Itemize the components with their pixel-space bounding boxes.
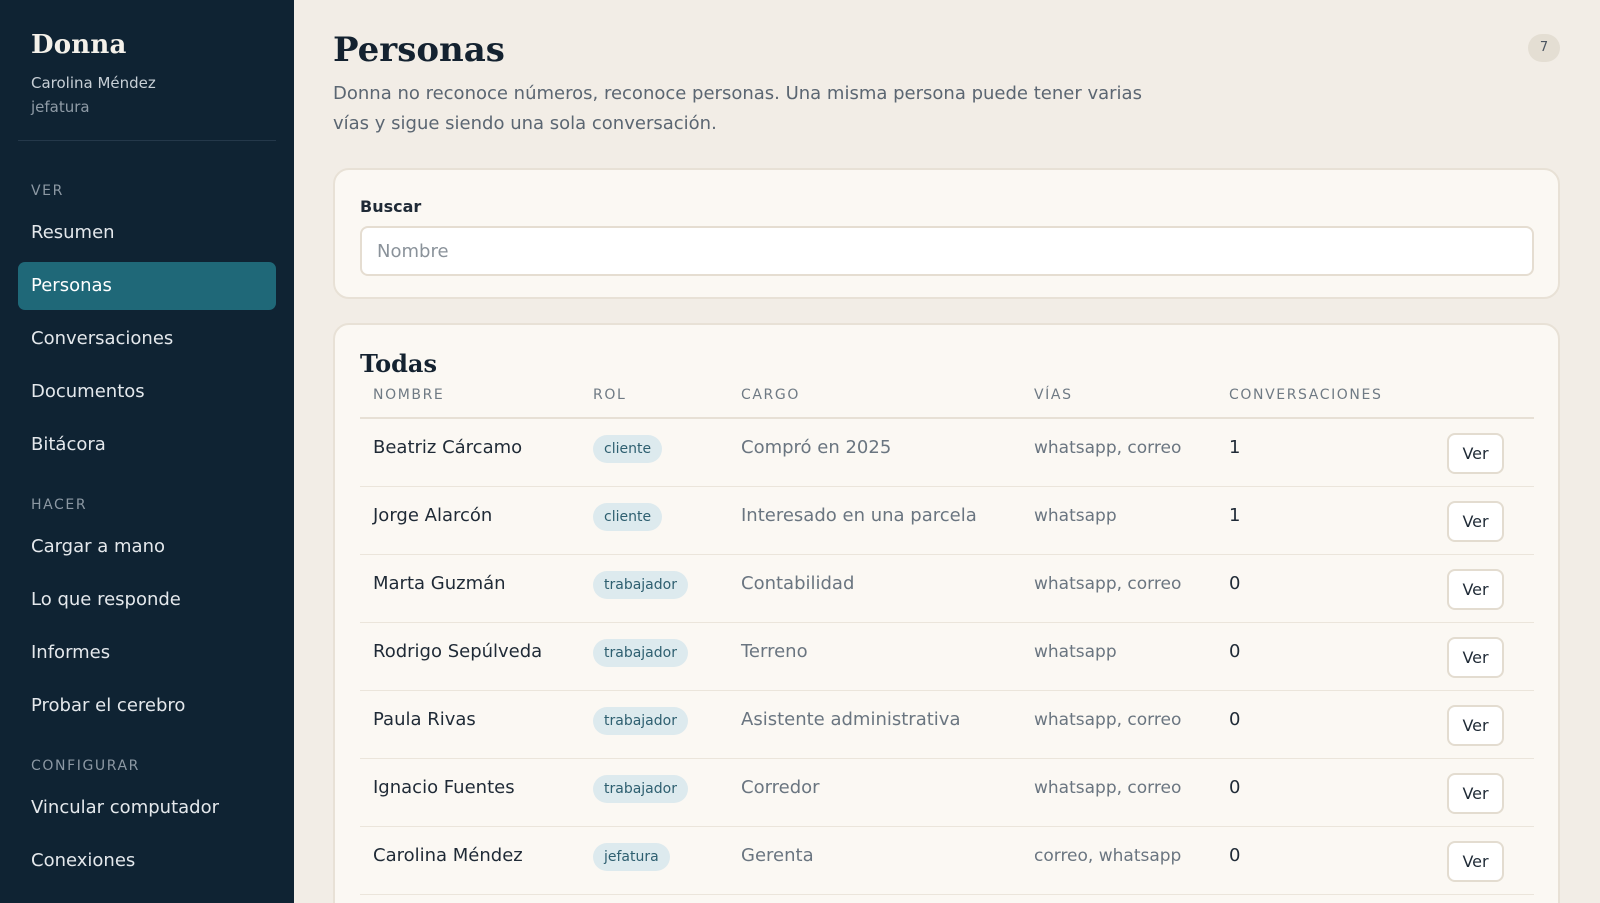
person-channels: whatsapp, correo xyxy=(1034,778,1182,798)
person-name: Rodrigo Sepúlveda xyxy=(373,641,543,662)
search-input[interactable] xyxy=(360,226,1534,276)
person-channels: whatsapp, correo xyxy=(1034,710,1182,730)
sidebar-section-hacer: HACER xyxy=(31,497,88,513)
table-row: Paula Rivas trabajador Asistente adminis… xyxy=(360,691,1534,759)
role-tag: cliente xyxy=(593,435,663,463)
people-count-badge: 7 xyxy=(1528,34,1560,62)
role-tag: trabajador xyxy=(593,639,688,667)
table-row: Carolina Méndez jefatura Gerenta correo,… xyxy=(360,827,1534,895)
conversation-count: 1 xyxy=(1229,505,1241,526)
sidebar: Donna Carolina Méndez jefatura VER Resum… xyxy=(0,0,294,903)
sidebar-item-cargar-a-mano[interactable]: Cargar a mano xyxy=(18,523,276,571)
column-header-nombre: NOMBRE xyxy=(373,387,445,403)
page-title: Personas xyxy=(333,30,505,70)
search-card: Buscar xyxy=(333,168,1560,299)
sidebar-item-conexiones[interactable]: Conexiones xyxy=(18,837,276,885)
role-tag: jefatura xyxy=(593,843,670,871)
person-name: Beatriz Cárcamo xyxy=(373,437,523,458)
conversation-count: 0 xyxy=(1229,777,1241,798)
view-person-button[interactable]: Ver xyxy=(1447,773,1504,814)
person-channels: whatsapp xyxy=(1034,506,1117,526)
view-person-button[interactable]: Ver xyxy=(1447,433,1504,474)
person-name: Ignacio Fuentes xyxy=(373,777,515,798)
person-name: Marta Guzmán xyxy=(373,573,506,594)
column-header-rol: ROL xyxy=(593,387,627,403)
current-user-name: Carolina Méndez xyxy=(31,74,156,92)
conversation-count: 0 xyxy=(1229,709,1241,730)
sidebar-item-informes[interactable]: Informes xyxy=(18,629,276,677)
person-position: Contabilidad xyxy=(741,573,855,594)
table-title: Todas xyxy=(360,349,437,378)
sidebar-item-probar-el-cerebro[interactable]: Probar el cerebro xyxy=(18,682,276,730)
role-tag: cliente xyxy=(593,503,663,531)
search-label: Buscar xyxy=(360,197,422,216)
person-position: Interesado en una parcela xyxy=(741,505,977,526)
person-channels: correo, whatsapp xyxy=(1034,846,1182,866)
person-name: Carolina Méndez xyxy=(373,845,523,866)
table-row: Beatriz Cárcamo cliente Compró en 2025 w… xyxy=(360,419,1534,487)
person-position: Compró en 2025 xyxy=(741,437,892,458)
sidebar-item-documentos[interactable]: Documentos xyxy=(18,368,276,416)
sidebar-divider xyxy=(18,140,276,141)
person-position: Asistente administrativa xyxy=(741,709,961,730)
sidebar-section-ver: VER xyxy=(31,183,64,199)
view-person-button[interactable]: Ver xyxy=(1447,501,1504,542)
column-header-vias: VÍAS xyxy=(1034,387,1073,403)
table-row: Marta Guzmán trabajador Contabilidad wha… xyxy=(360,555,1534,623)
main-content: Personas 7 Donna no reconoce números, re… xyxy=(294,0,1600,903)
role-tag: trabajador xyxy=(593,707,688,735)
sidebar-item-conversaciones[interactable]: Conversaciones xyxy=(18,315,276,363)
conversation-count: 0 xyxy=(1229,641,1241,662)
person-position: Corredor xyxy=(741,777,820,798)
sidebar-item-lo-que-responde[interactable]: Lo que responde xyxy=(18,576,276,624)
sidebar-item-resumen[interactable]: Resumen xyxy=(18,209,276,257)
person-channels: whatsapp, correo xyxy=(1034,574,1182,594)
person-channels: whatsapp, correo xyxy=(1034,438,1182,458)
view-person-button[interactable]: Ver xyxy=(1447,569,1504,610)
person-position: Terreno xyxy=(741,641,808,662)
conversation-count: 0 xyxy=(1229,573,1241,594)
table-row: Ignacio Fuentes trabajador Corredor what… xyxy=(360,759,1534,827)
person-position: Gerenta xyxy=(741,845,814,866)
sidebar-item-personas[interactable]: Personas xyxy=(18,262,276,310)
column-header-cargo: CARGO xyxy=(741,387,800,403)
sidebar-item-vincular-computador[interactable]: Vincular computador xyxy=(18,784,276,832)
role-tag: trabajador xyxy=(593,775,688,803)
table-row: Rodrigo Sepúlveda trabajador Terreno wha… xyxy=(360,623,1534,691)
person-name: Jorge Alarcón xyxy=(373,505,493,526)
current-user-role: jefatura xyxy=(31,98,90,116)
sidebar-section-configurar: CONFIGURAR xyxy=(31,758,141,774)
person-name: Paula Rivas xyxy=(373,709,476,730)
table-row: Jorge Alarcón cliente Interesado en una … xyxy=(360,487,1534,555)
role-tag: trabajador xyxy=(593,571,688,599)
people-table-card: Todas NOMBRE ROL CARGO VÍAS CONVERSACION… xyxy=(333,323,1560,903)
view-person-button[interactable]: Ver xyxy=(1447,841,1504,882)
conversation-count: 0 xyxy=(1229,845,1241,866)
column-header-conversaciones: CONVERSACIONES xyxy=(1229,387,1383,403)
view-person-button[interactable]: Ver xyxy=(1447,705,1504,746)
table-header: NOMBRE ROL CARGO VÍAS CONVERSACIONES xyxy=(360,387,1534,419)
table-body: Beatriz Cárcamo cliente Compró en 2025 w… xyxy=(360,419,1534,895)
brand-name: Donna xyxy=(31,30,127,60)
sidebar-item-bitacora[interactable]: Bitácora xyxy=(18,421,276,469)
person-channels: whatsapp xyxy=(1034,642,1117,662)
page-description: Donna no reconoce números, reconoce pers… xyxy=(333,83,1142,134)
conversation-count: 1 xyxy=(1229,437,1241,458)
brand-block: Donna Carolina Méndez jefatura xyxy=(18,0,276,116)
view-person-button[interactable]: Ver xyxy=(1447,637,1504,678)
